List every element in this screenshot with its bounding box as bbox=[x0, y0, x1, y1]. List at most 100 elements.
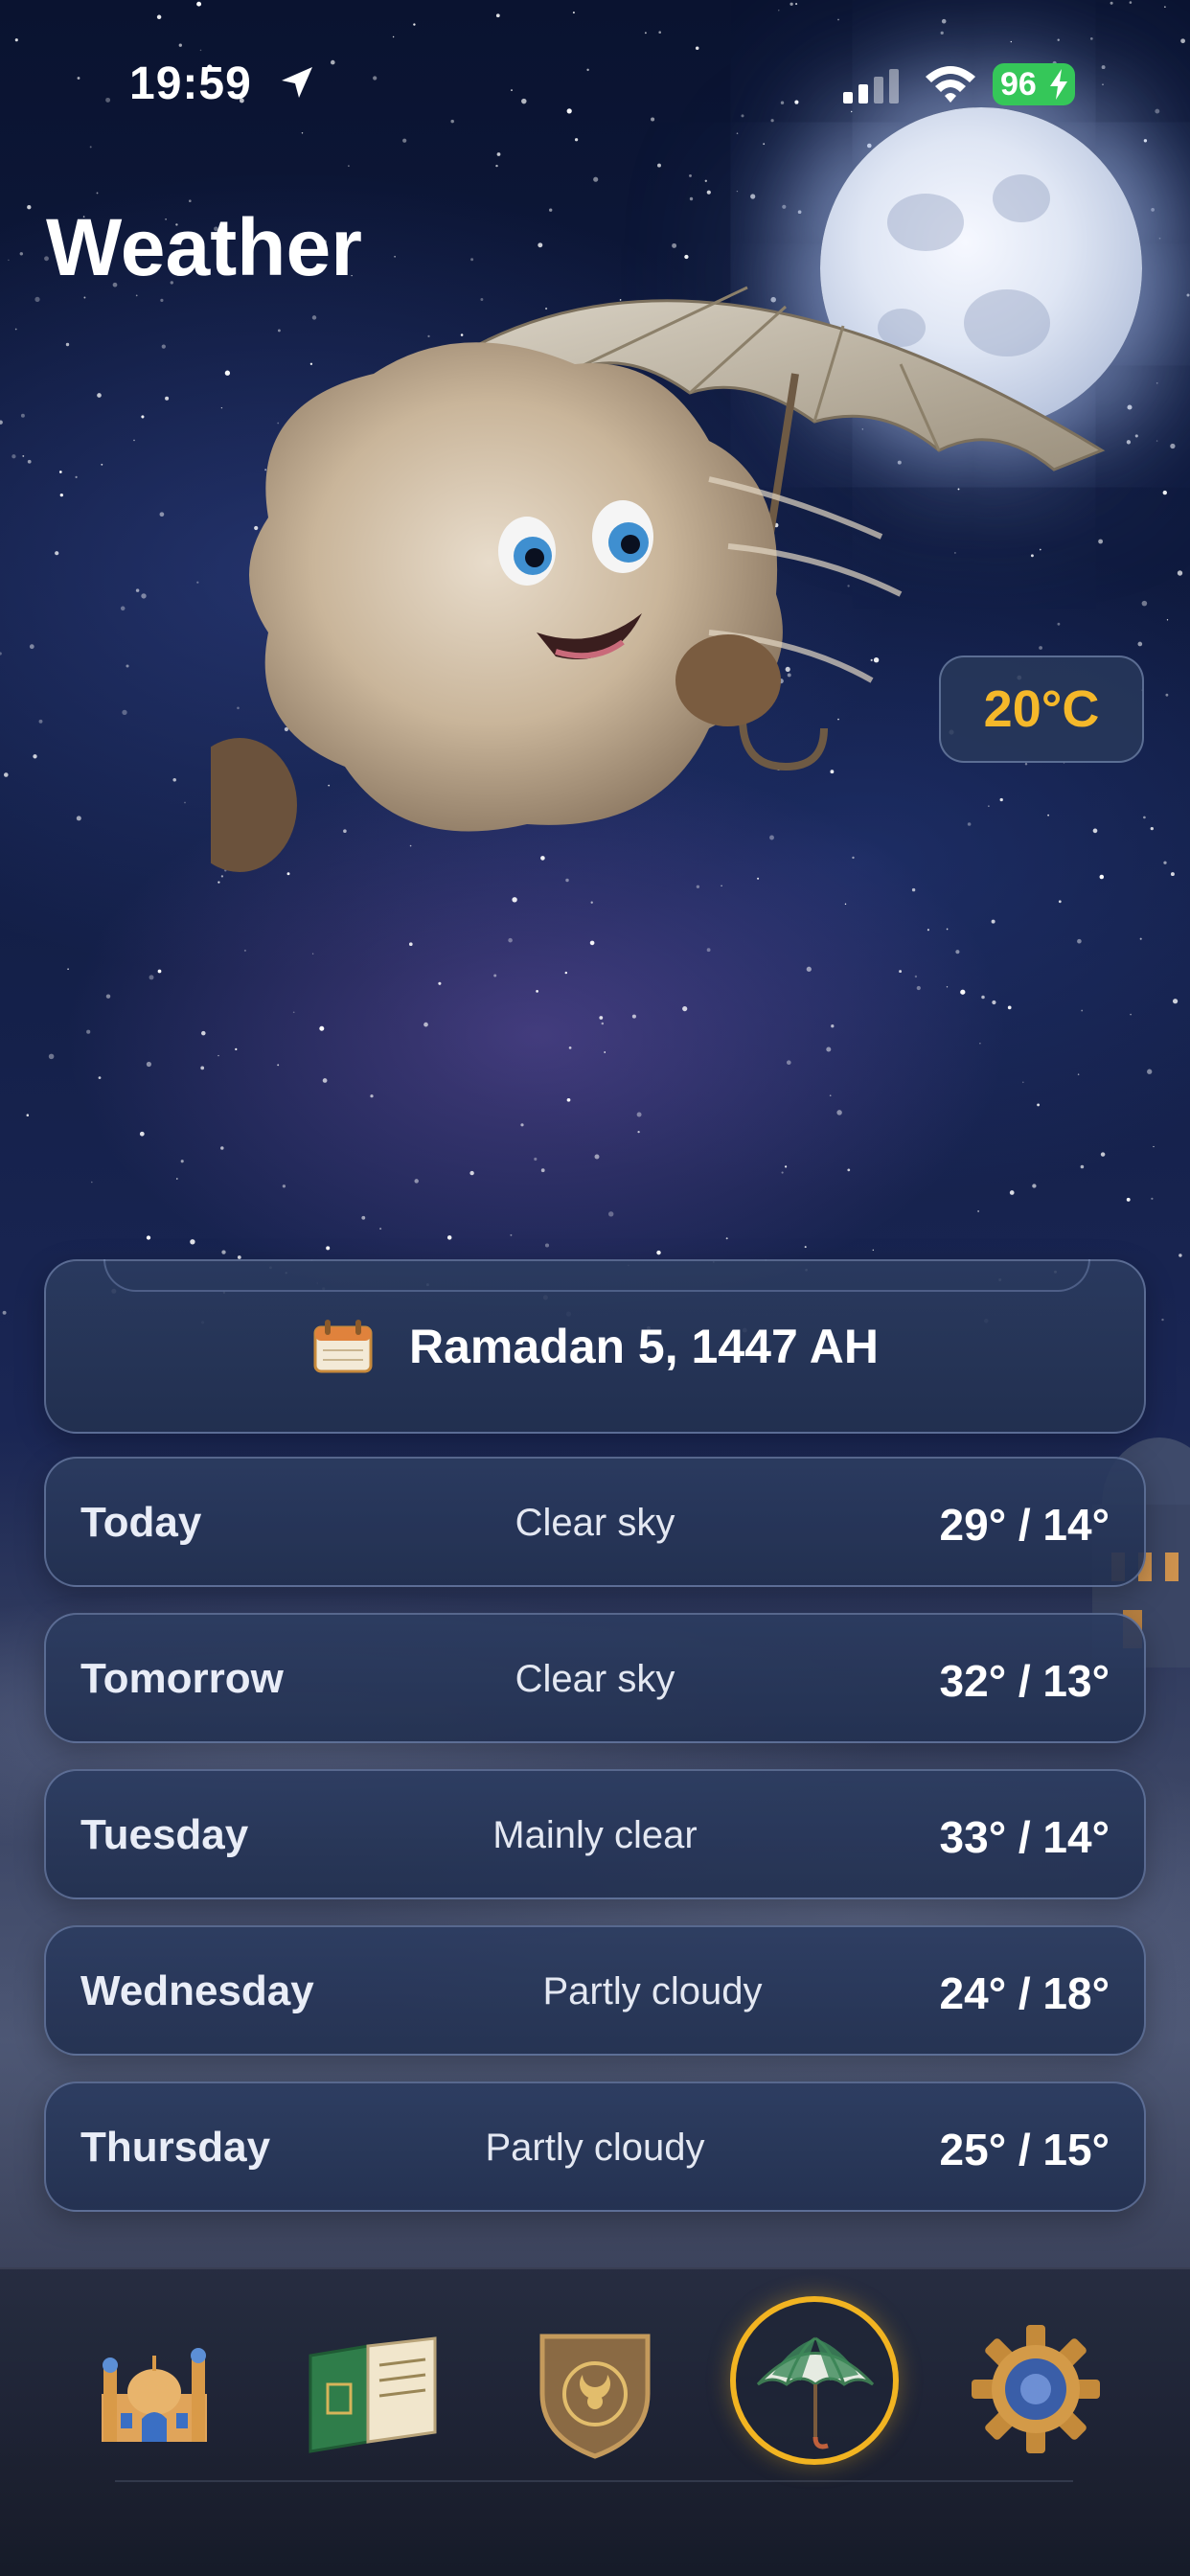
star-dot bbox=[784, 1165, 788, 1168]
star-dot bbox=[631, 1014, 636, 1019]
battery-level: 96 bbox=[1000, 66, 1037, 103]
forecast-temps: 29° / 14° bbox=[939, 1500, 1110, 1550]
star-dot bbox=[977, 1209, 980, 1212]
tab-settings[interactable] bbox=[964, 2317, 1108, 2461]
forecast-row[interactable]: Today Clear sky 29° / 14° bbox=[44, 1457, 1146, 1587]
star-dot bbox=[831, 1024, 835, 1028]
star-dot bbox=[91, 1181, 93, 1184]
hijri-date-text: Ramadan 5, 1447 AH bbox=[408, 1320, 880, 1373]
star-dot bbox=[1137, 641, 1143, 647]
tab-emblem[interactable] bbox=[523, 2317, 667, 2461]
star-dot bbox=[1100, 1152, 1106, 1157]
star-dot bbox=[1156, 440, 1158, 442]
star-dot bbox=[604, 1051, 606, 1053]
star-dot bbox=[2, 1310, 7, 1315]
star-dot bbox=[438, 981, 442, 985]
star-dot bbox=[89, 146, 92, 149]
star-dot bbox=[872, 1249, 874, 1252]
star-dot bbox=[914, 975, 918, 978]
star-dot bbox=[122, 709, 127, 716]
star-dot bbox=[540, 1168, 545, 1173]
star-dot bbox=[797, 210, 802, 215]
status-time: 19:59 bbox=[129, 58, 252, 109]
star-dot bbox=[568, 1046, 572, 1049]
forecast-temps: 33° / 14° bbox=[939, 1812, 1110, 1862]
star-dot bbox=[899, 970, 903, 974]
star-dot bbox=[361, 1215, 366, 1220]
star-dot bbox=[146, 1235, 151, 1240]
star-dot bbox=[782, 204, 787, 209]
star-dot bbox=[1177, 570, 1183, 576]
bottom-tab-bar bbox=[0, 2267, 1190, 2576]
star-dot bbox=[26, 1114, 30, 1116]
tab-weather[interactable] bbox=[744, 2317, 887, 2461]
star-dot bbox=[180, 1160, 184, 1163]
charging-bolt-icon bbox=[1050, 69, 1067, 100]
star-dot bbox=[29, 644, 34, 650]
star-dot bbox=[736, 190, 739, 193]
star-dot bbox=[599, 1016, 604, 1020]
star-dot bbox=[1081, 1009, 1084, 1012]
current-temperature-badge[interactable]: 20°C bbox=[939, 656, 1144, 763]
star-dot bbox=[159, 512, 165, 518]
star-dot bbox=[1032, 1184, 1037, 1188]
star-dot bbox=[1179, 1254, 1182, 1257]
star-dot bbox=[1022, 1081, 1024, 1084]
star-dot bbox=[235, 1047, 238, 1051]
forecast-temps: 32° / 13° bbox=[939, 1656, 1110, 1706]
star-dot bbox=[326, 1246, 331, 1251]
tab-quran[interactable] bbox=[301, 2317, 445, 2461]
forecast-row[interactable]: Tuesday Mainly clear 33° / 14° bbox=[44, 1769, 1146, 1899]
tab-mosque[interactable] bbox=[82, 2317, 226, 2461]
star-dot bbox=[146, 1061, 151, 1068]
star-dot bbox=[1161, 1318, 1164, 1322]
star-dot bbox=[637, 1130, 640, 1134]
hijri-date-card[interactable]: Ramadan 5, 1447 AH bbox=[44, 1259, 1146, 1434]
star-dot bbox=[549, 208, 553, 212]
star-dot bbox=[781, 1171, 784, 1174]
star-dot bbox=[190, 1239, 195, 1245]
star-dot bbox=[1150, 826, 1154, 831]
star-dot bbox=[1141, 600, 1148, 607]
star-dot bbox=[217, 1054, 219, 1057]
star-dot bbox=[981, 995, 985, 1000]
star-dot bbox=[160, 298, 164, 302]
umbrella-icon bbox=[756, 2336, 875, 2450]
star-dot bbox=[601, 1022, 605, 1025]
star-dot bbox=[1126, 1197, 1131, 1202]
star-dot bbox=[11, 454, 16, 459]
star-dot bbox=[1153, 1145, 1155, 1148]
star-dot bbox=[1147, 1069, 1153, 1074]
star-dot bbox=[566, 1097, 571, 1102]
forecast-row[interactable]: Tomorrow Clear sky 32° / 13° bbox=[44, 1613, 1146, 1743]
star-dot bbox=[689, 196, 694, 201]
star-dot bbox=[141, 415, 145, 419]
battery-indicator: 96 bbox=[993, 63, 1075, 105]
star-dot bbox=[1009, 1190, 1015, 1195]
star-dot bbox=[916, 985, 921, 991]
star-dot bbox=[804, 1246, 807, 1249]
star-dot bbox=[446, 1235, 452, 1240]
star-dot bbox=[1156, 381, 1158, 384]
star-dot bbox=[1139, 937, 1142, 940]
star-dot bbox=[277, 1064, 280, 1067]
star-dot bbox=[105, 994, 111, 999]
forecast-row[interactable]: Thursday Partly cloudy 25° / 15° bbox=[44, 2082, 1146, 2212]
forecast-row[interactable]: Wednesday Partly cloudy 24° / 18° bbox=[44, 1925, 1146, 2056]
forecast-temps: 25° / 15° bbox=[939, 2125, 1110, 2174]
star-dot bbox=[536, 990, 538, 993]
star-dot bbox=[960, 989, 966, 995]
quran-book-icon bbox=[309, 2336, 437, 2453]
star-dot bbox=[135, 588, 140, 592]
star-dot bbox=[544, 1243, 550, 1248]
star-dot bbox=[348, 165, 350, 167]
star-dot bbox=[97, 393, 102, 398]
mosque-icon bbox=[102, 2348, 207, 2442]
calendar-icon bbox=[313, 1320, 373, 1373]
star-dot bbox=[48, 1053, 55, 1060]
weather-screen: 19:59 96 Weather 20°C Ramadan 5, 1447 AH… bbox=[0, 0, 1190, 2576]
star-dot bbox=[33, 754, 37, 759]
star-dot bbox=[27, 459, 32, 464]
star-dot bbox=[101, 463, 103, 466]
star-dot bbox=[184, 801, 186, 804]
